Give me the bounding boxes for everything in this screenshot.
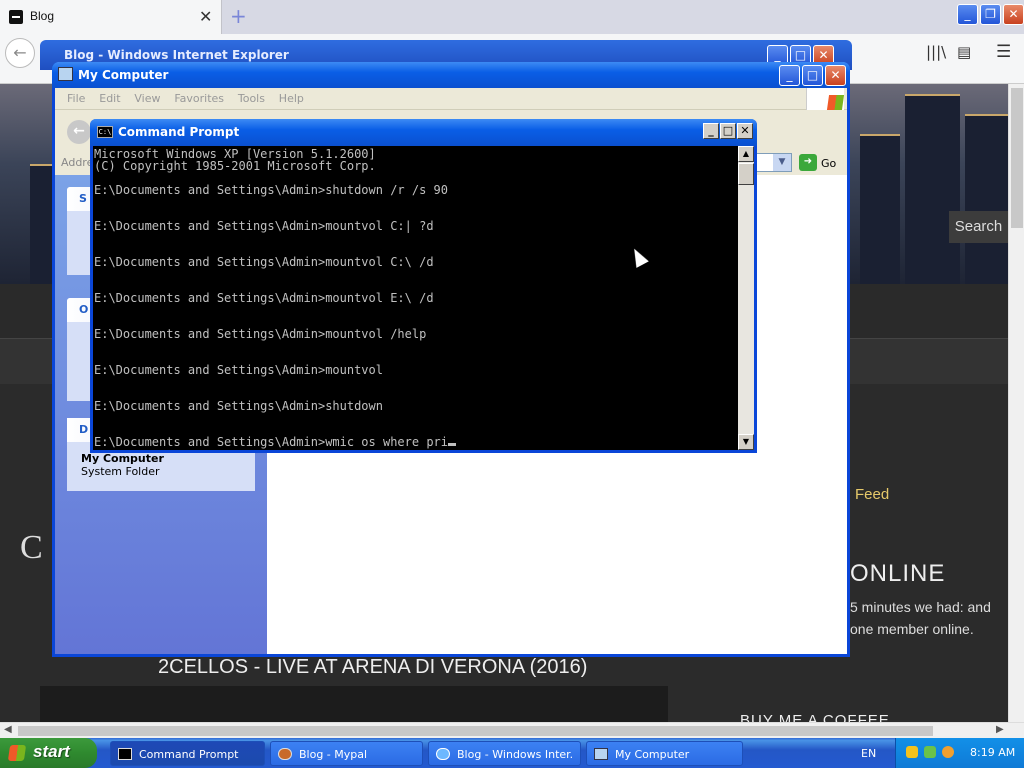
minimize-button[interactable]: _: [957, 4, 978, 25]
minimize-button[interactable]: _: [779, 65, 800, 86]
scroll-up-icon[interactable]: ▲: [738, 146, 754, 162]
my-computer-window-controls: _ □ ✕: [777, 65, 846, 86]
sidebar-icon[interactable]: ▤: [957, 43, 971, 61]
blog-search-button[interactable]: Search: [949, 211, 1008, 243]
taskbar-item-label: Blog - Mypal: [299, 748, 368, 761]
mypal-icon: [278, 748, 292, 760]
ie-icon: [436, 748, 450, 760]
firefox-window-controls: _ ❐ ✕: [955, 4, 1024, 25]
search-icon[interactable]: [942, 746, 954, 758]
windows-flag-icon: [7, 745, 27, 761]
close-button[interactable]: ✕: [825, 65, 846, 86]
blog-heading-letter: C: [20, 529, 43, 566]
online-heading: ONLINE: [850, 560, 946, 587]
language-indicator[interactable]: EN: [861, 747, 876, 760]
video-player[interactable]: [40, 686, 668, 722]
taskbar-item-label: Blog - Windows Inter...: [457, 748, 572, 761]
menu-view[interactable]: View: [134, 92, 160, 105]
command-prompt-titlebar[interactable]: C:\ Command Prompt _ □ ✕: [90, 119, 757, 146]
back-button[interactable]: ←: [5, 38, 35, 68]
taskbar-item-blog-mypal[interactable]: Blog - Mypal: [270, 741, 423, 766]
ie-window-title: Blog - Windows Internet Explorer: [64, 48, 289, 62]
cmd-icon: [118, 748, 132, 760]
online-text: 5 minutes we had: and one member online.: [850, 599, 991, 637]
start-label: start: [33, 742, 70, 761]
feed-link[interactable]: Feed: [855, 486, 889, 503]
buy-coffee-heading: BUY ME A COFFEE: [740, 712, 890, 722]
network-icon[interactable]: [924, 746, 936, 758]
my-computer-icon: [58, 67, 73, 81]
text-cursor: [448, 443, 457, 446]
command-prompt-title: Command Prompt: [118, 125, 240, 139]
start-button[interactable]: start: [0, 738, 97, 768]
my-computer-titlebar[interactable]: My Computer _ □ ✕: [52, 62, 850, 88]
my-computer-title: My Computer: [78, 68, 169, 82]
maximize-button[interactable]: □: [802, 65, 823, 86]
cmd-maximize-button[interactable]: □: [720, 123, 736, 139]
cmd-icon: C:\: [97, 126, 113, 138]
terminal-favicon-icon: [9, 10, 23, 24]
video-title[interactable]: 2CELLOS - LIVE AT ARENA DI VERONA (2016): [158, 656, 587, 679]
menu-help[interactable]: Help: [279, 92, 304, 105]
security-shield-icon[interactable]: [906, 746, 918, 758]
details-type: System Folder: [81, 465, 160, 478]
go-label[interactable]: Go: [821, 157, 836, 170]
address-label: Addre: [61, 156, 94, 169]
taskbar-item-blog-ie[interactable]: Blog - Windows Inter...: [428, 741, 581, 766]
back-arrow-icon[interactable]: ←: [67, 120, 91, 144]
details-name: My Computer: [81, 452, 164, 465]
console-scrollbar[interactable]: ▲ ▼: [738, 146, 754, 450]
tab-close-icon[interactable]: ✕: [199, 7, 212, 26]
taskbar-item-label: My Computer: [615, 748, 690, 761]
windows-logo-icon: [806, 88, 845, 110]
restore-button[interactable]: ❐: [980, 4, 1001, 25]
taskbar-item-label: Command Prompt: [139, 748, 239, 761]
page-vertical-scrollbar[interactable]: [1008, 84, 1024, 722]
new-tab-button[interactable]: +: [230, 4, 247, 28]
taskbar-item-command-prompt[interactable]: Command Prompt: [110, 741, 265, 766]
my-computer-menu-bar: File Edit View Favorites Tools Help: [55, 88, 847, 110]
menu-edit[interactable]: Edit: [99, 92, 120, 105]
taskbar: start Command Prompt Blog - Mypal Blog -…: [0, 738, 1024, 768]
menu-tools[interactable]: Tools: [238, 92, 265, 105]
menu-file[interactable]: File: [67, 92, 85, 105]
address-dropdown-icon[interactable]: ▼: [773, 154, 791, 171]
go-arrow-icon[interactable]: ➜: [799, 154, 817, 171]
tab-title: Blog: [30, 9, 55, 23]
console-text: Microsoft Windows XP [Version 5.1.2600] …: [94, 148, 737, 448]
scroll-left-icon[interactable]: ◀: [4, 724, 12, 735]
close-button[interactable]: ✕: [1003, 4, 1024, 25]
page-horizontal-scrollbar[interactable]: ◀ ▶: [0, 722, 1024, 738]
firefox-tab-blog[interactable]: Blog ✕: [0, 0, 222, 34]
cmd-close-button[interactable]: ✕: [737, 123, 753, 139]
scroll-thumb[interactable]: [738, 163, 754, 185]
cmd-window-controls: _ □ ✕: [702, 123, 753, 139]
firefox-tab-bar: Blog ✕ + _ ❐ ✕: [0, 0, 1024, 34]
console-output[interactable]: Microsoft Windows XP [Version 5.1.2600] …: [93, 146, 738, 450]
library-icon[interactable]: |||\: [926, 43, 946, 61]
command-prompt-window[interactable]: C:\ Command Prompt _ □ ✕ Microsoft Windows…: [90, 119, 757, 453]
scroll-right-icon[interactable]: ▶: [996, 724, 1004, 735]
taskbar-item-my-computer[interactable]: My Computer: [586, 741, 743, 766]
cmd-minimize-button[interactable]: _: [703, 123, 719, 139]
hamburger-menu-icon[interactable]: ☰: [996, 42, 1011, 62]
menu-favorites[interactable]: Favorites: [174, 92, 224, 105]
my-computer-icon: [594, 748, 608, 760]
scroll-down-icon[interactable]: ▼: [738, 434, 754, 450]
clock: 8:19 AM: [970, 746, 1016, 759]
